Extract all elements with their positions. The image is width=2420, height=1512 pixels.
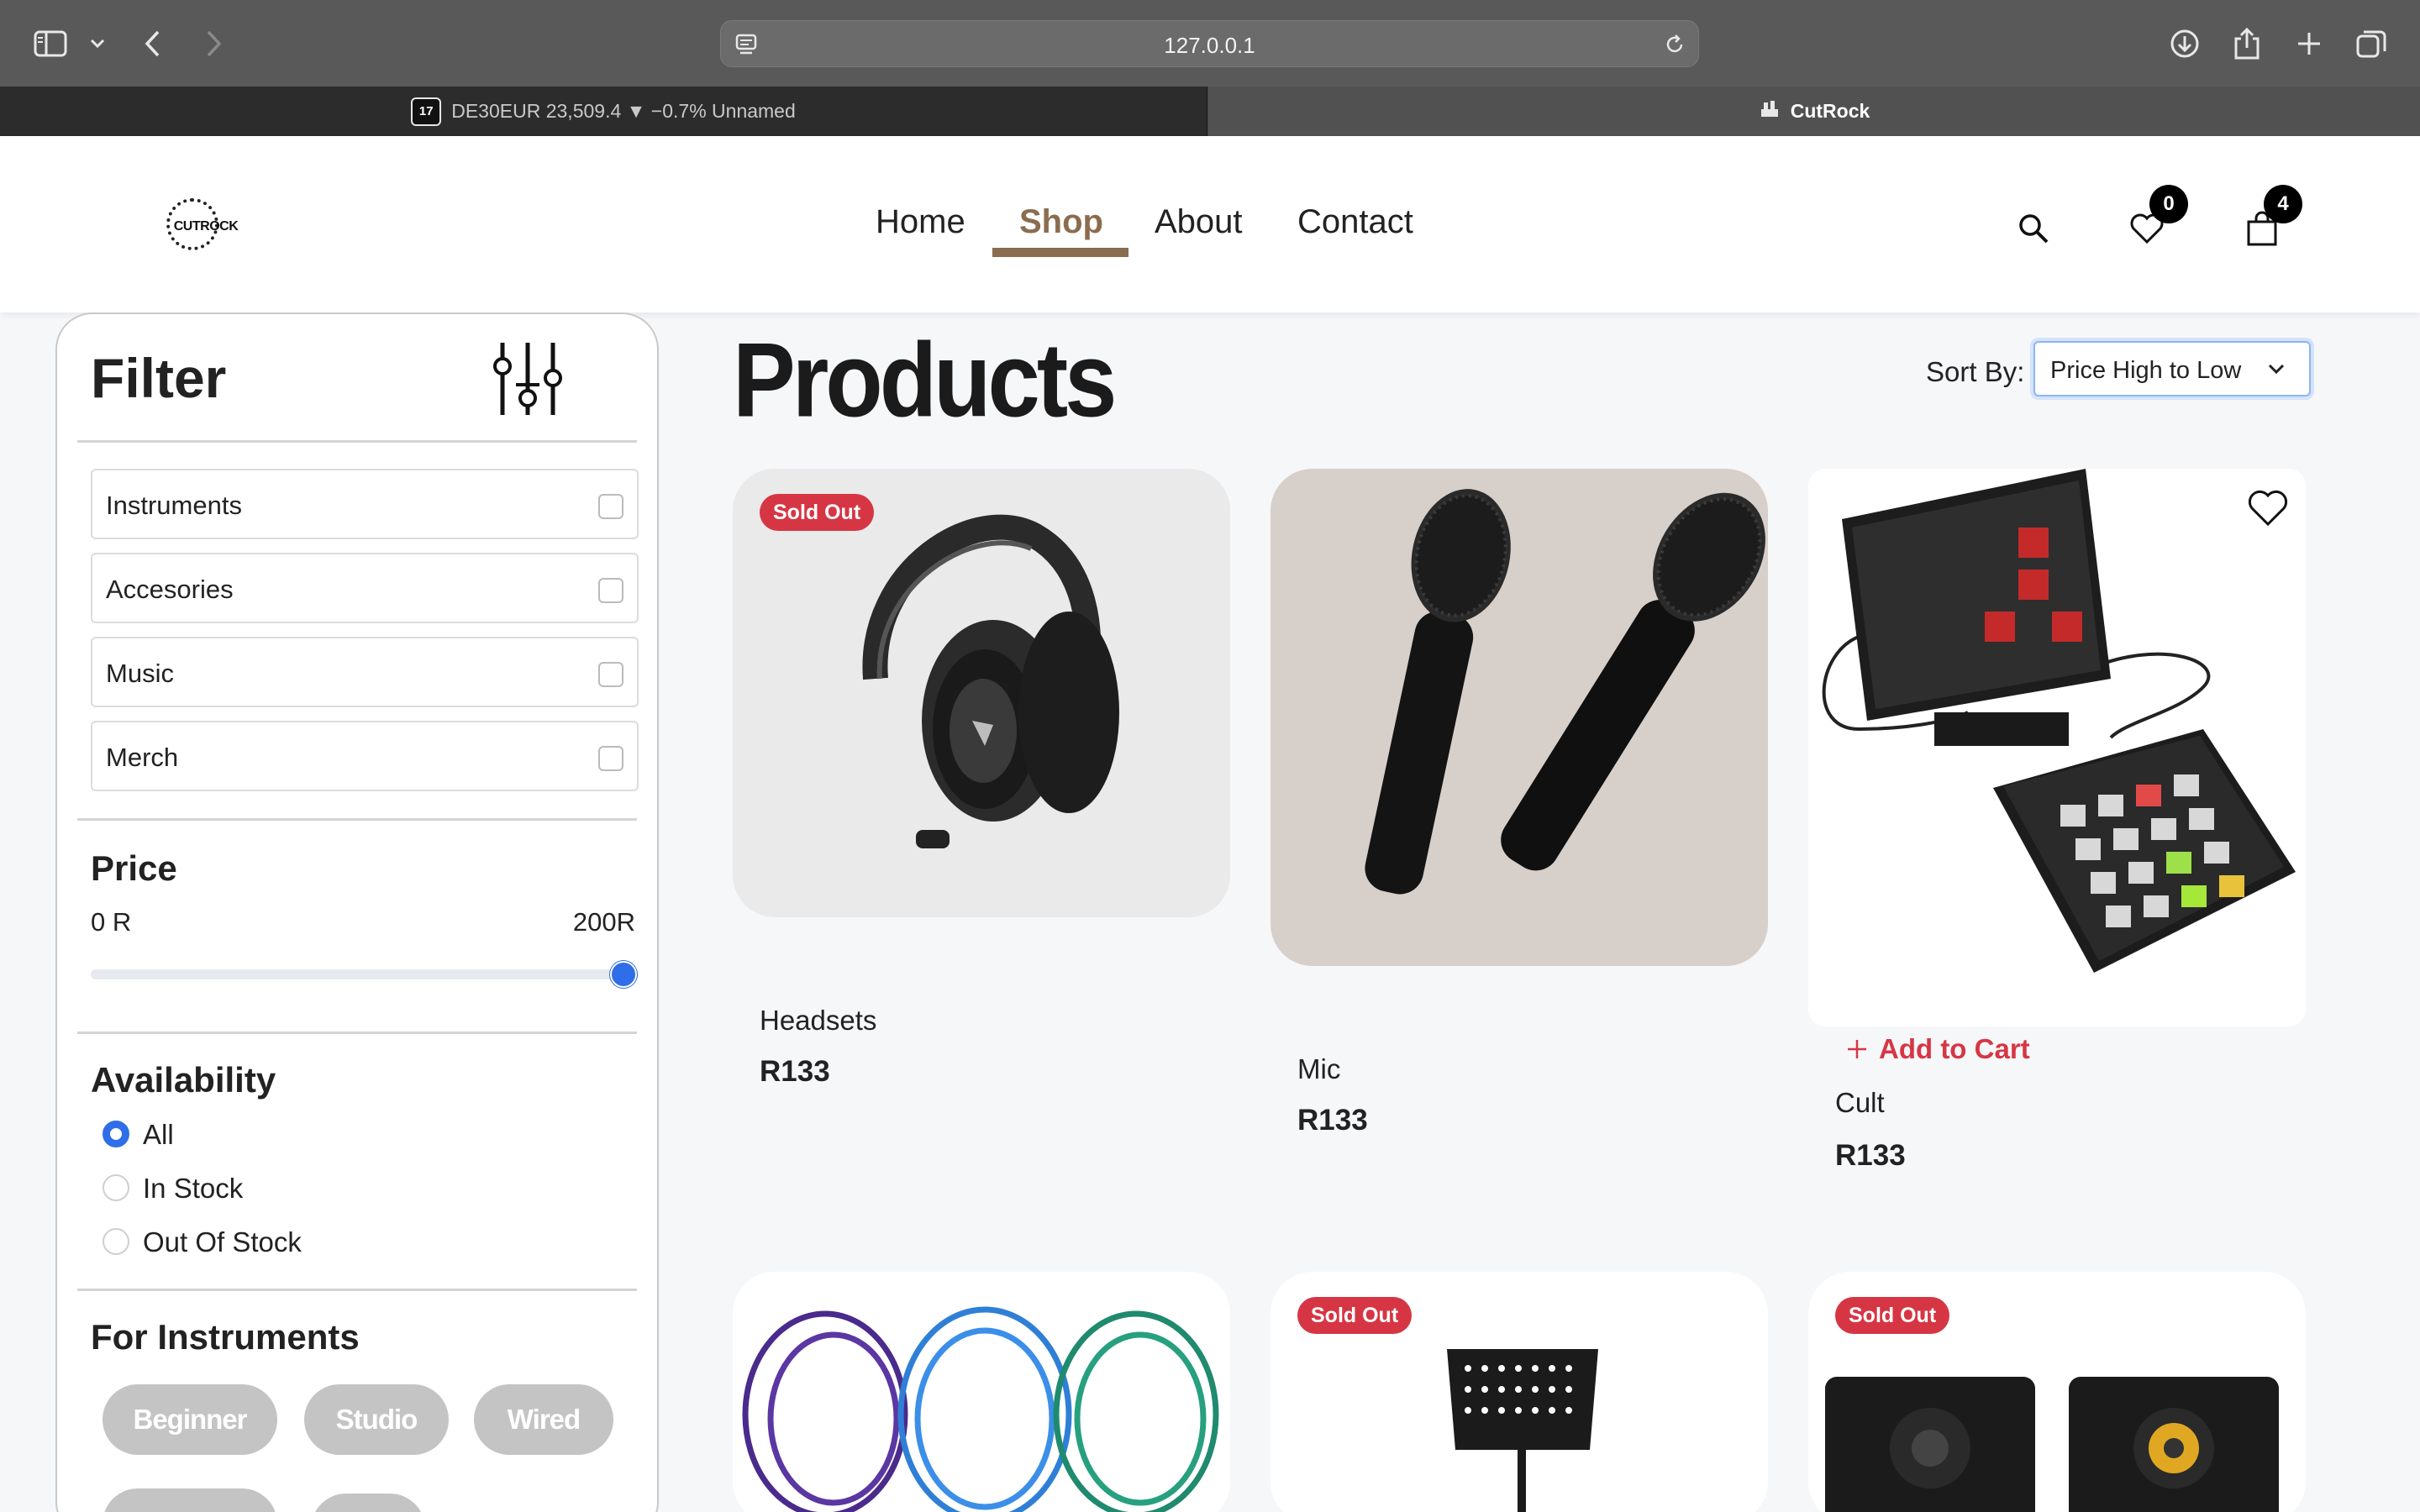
chevron-down-icon bbox=[2265, 358, 2287, 384]
cutrock-favicon bbox=[1759, 98, 1781, 125]
sort-label: Sort By: bbox=[1926, 356, 2025, 387]
reload-icon[interactable] bbox=[1663, 33, 1686, 60]
cart-count-badge: 4 bbox=[2264, 185, 2302, 223]
chevron-down-icon[interactable] bbox=[79, 25, 116, 62]
tag-more-2[interactable] bbox=[311, 1494, 425, 1512]
wishlist-count-badge: 0 bbox=[2149, 185, 2188, 223]
tab-tradingview[interactable]: 17 DE30EUR 23,509.4 ▼ −0.7% Unnamed bbox=[0, 87, 1207, 136]
divider bbox=[77, 1032, 637, 1034]
sold-out-badge: Sold Out bbox=[1297, 1297, 1413, 1334]
instruments-tags-title: For Instruments bbox=[91, 1317, 360, 1357]
category-label: Merch bbox=[106, 743, 179, 772]
price-range-thumb[interactable] bbox=[610, 961, 637, 988]
tab-label: CutRock bbox=[1790, 100, 1870, 122]
sliders-icon[interactable] bbox=[486, 333, 578, 429]
category-checkbox[interactable] bbox=[598, 746, 623, 771]
cables-icon bbox=[742, 1306, 1219, 1512]
sort-value: Price High to Low bbox=[2050, 357, 2242, 384]
downloads-icon[interactable] bbox=[2166, 25, 2203, 62]
product-image-cables[interactable] bbox=[733, 1272, 1230, 1512]
tag-studio[interactable]: Studio bbox=[304, 1384, 449, 1455]
category-label: Instruments bbox=[106, 491, 242, 520]
sold-out-badge: Sold Out bbox=[760, 494, 875, 531]
tag-beginner[interactable]: Beginner bbox=[103, 1384, 277, 1455]
microphone-icon bbox=[1365, 489, 1765, 895]
add-to-cart-button[interactable]: Add to Cart bbox=[1845, 1033, 2030, 1065]
search-icon[interactable] bbox=[2010, 205, 2057, 252]
tab-label: DE30EUR 23,509.4 ▼ −0.7% Unnamed bbox=[451, 100, 796, 122]
browser-toolbar: 127.0.0.1 bbox=[0, 0, 2420, 87]
tab-overview-icon[interactable] bbox=[2353, 25, 2390, 62]
availability-label-in-stock: In Stock bbox=[143, 1173, 244, 1204]
category-label: Music bbox=[106, 659, 174, 688]
product-name[interactable]: Mic bbox=[1297, 1053, 1340, 1085]
forward-icon[interactable] bbox=[195, 25, 232, 62]
new-tab-icon[interactable] bbox=[2291, 25, 2328, 62]
nav-about[interactable]: About bbox=[1155, 203, 1243, 241]
product-image-cult[interactable] bbox=[1808, 469, 2306, 1026]
tab-cutrock[interactable]: CutRock bbox=[1208, 87, 2420, 136]
tag-more-1[interactable] bbox=[103, 1488, 277, 1512]
tag-wired[interactable]: Wired bbox=[474, 1384, 613, 1455]
site-logo[interactable]: CUTROCK bbox=[160, 197, 252, 257]
category-checkbox[interactable] bbox=[598, 494, 623, 519]
add-to-cart-label: Add to Cart bbox=[1879, 1033, 2030, 1064]
category-music[interactable]: Music bbox=[91, 637, 639, 707]
products-title: Products bbox=[733, 321, 1117, 439]
sort-select[interactable]: Price High to Low bbox=[2033, 341, 2311, 396]
divider bbox=[77, 1289, 637, 1291]
headphones-icon bbox=[862, 514, 1119, 848]
price-min-label: 0 R bbox=[91, 907, 132, 937]
product-image-headsets[interactable] bbox=[733, 469, 1230, 917]
availability-title: Availability bbox=[91, 1060, 276, 1100]
availability-label-all: All bbox=[143, 1119, 174, 1150]
filter-title: Filter bbox=[91, 347, 227, 409]
availability-label-out-of-stock: Out Of Stock bbox=[143, 1226, 302, 1257]
product-price: R133 bbox=[1297, 1104, 1368, 1137]
add-to-wishlist-button[interactable] bbox=[2245, 486, 2291, 531]
address-bar[interactable]: 127.0.0.1 bbox=[720, 20, 1699, 67]
availability-radio-in-stock[interactable] bbox=[103, 1174, 129, 1201]
share-icon[interactable] bbox=[2228, 25, 2265, 62]
heart-icon bbox=[2248, 490, 2288, 527]
tab-bar: 17 DE30EUR 23,509.4 ▼ −0.7% Unnamed CutR… bbox=[0, 87, 2420, 136]
nav-contact[interactable]: Contact bbox=[1297, 203, 1413, 241]
product-image-mic[interactable] bbox=[1270, 469, 1768, 966]
nav-home[interactable]: Home bbox=[876, 203, 965, 241]
site-header: CUTROCK Home Shop About Contact 0 4 bbox=[0, 136, 2420, 312]
product-name[interactable]: Headsets bbox=[760, 1005, 876, 1037]
price-max-label: 200R bbox=[572, 907, 635, 937]
availability-radio-out-of-stock[interactable] bbox=[103, 1228, 129, 1255]
filter-panel: Filter Instruments Accesories Music Merc… bbox=[55, 312, 659, 1512]
back-icon[interactable] bbox=[134, 25, 171, 62]
url-text: 127.0.0.1 bbox=[1164, 33, 1255, 58]
tradingview-icon: 17 bbox=[411, 97, 442, 126]
plus-icon bbox=[1848, 1040, 1866, 1058]
divider bbox=[77, 440, 637, 443]
category-checkbox[interactable] bbox=[598, 578, 623, 603]
availability-radio-all[interactable] bbox=[103, 1121, 129, 1147]
product-price: R133 bbox=[1835, 1139, 1906, 1172]
nav-shop[interactable]: Shop bbox=[1019, 203, 1103, 241]
logo-text: CUTROCK bbox=[173, 219, 239, 234]
nav-active-underline bbox=[992, 248, 1128, 257]
price-range-track[interactable] bbox=[91, 969, 639, 979]
drum-pad-controller-icon bbox=[1822, 469, 2296, 973]
category-accesories[interactable]: Accesories bbox=[91, 553, 639, 623]
product-price: R133 bbox=[760, 1055, 830, 1088]
product-name[interactable]: Cult bbox=[1835, 1087, 1885, 1119]
category-instruments[interactable]: Instruments bbox=[91, 469, 639, 539]
divider bbox=[77, 818, 637, 821]
price-title: Price bbox=[91, 848, 177, 888]
category-merch[interactable]: Merch bbox=[91, 721, 639, 791]
category-checkbox[interactable] bbox=[598, 662, 623, 687]
sold-out-badge: Sold Out bbox=[1835, 1297, 1950, 1334]
category-label: Accesories bbox=[106, 575, 234, 604]
sidebar-toggle-icon[interactable] bbox=[32, 25, 69, 62]
